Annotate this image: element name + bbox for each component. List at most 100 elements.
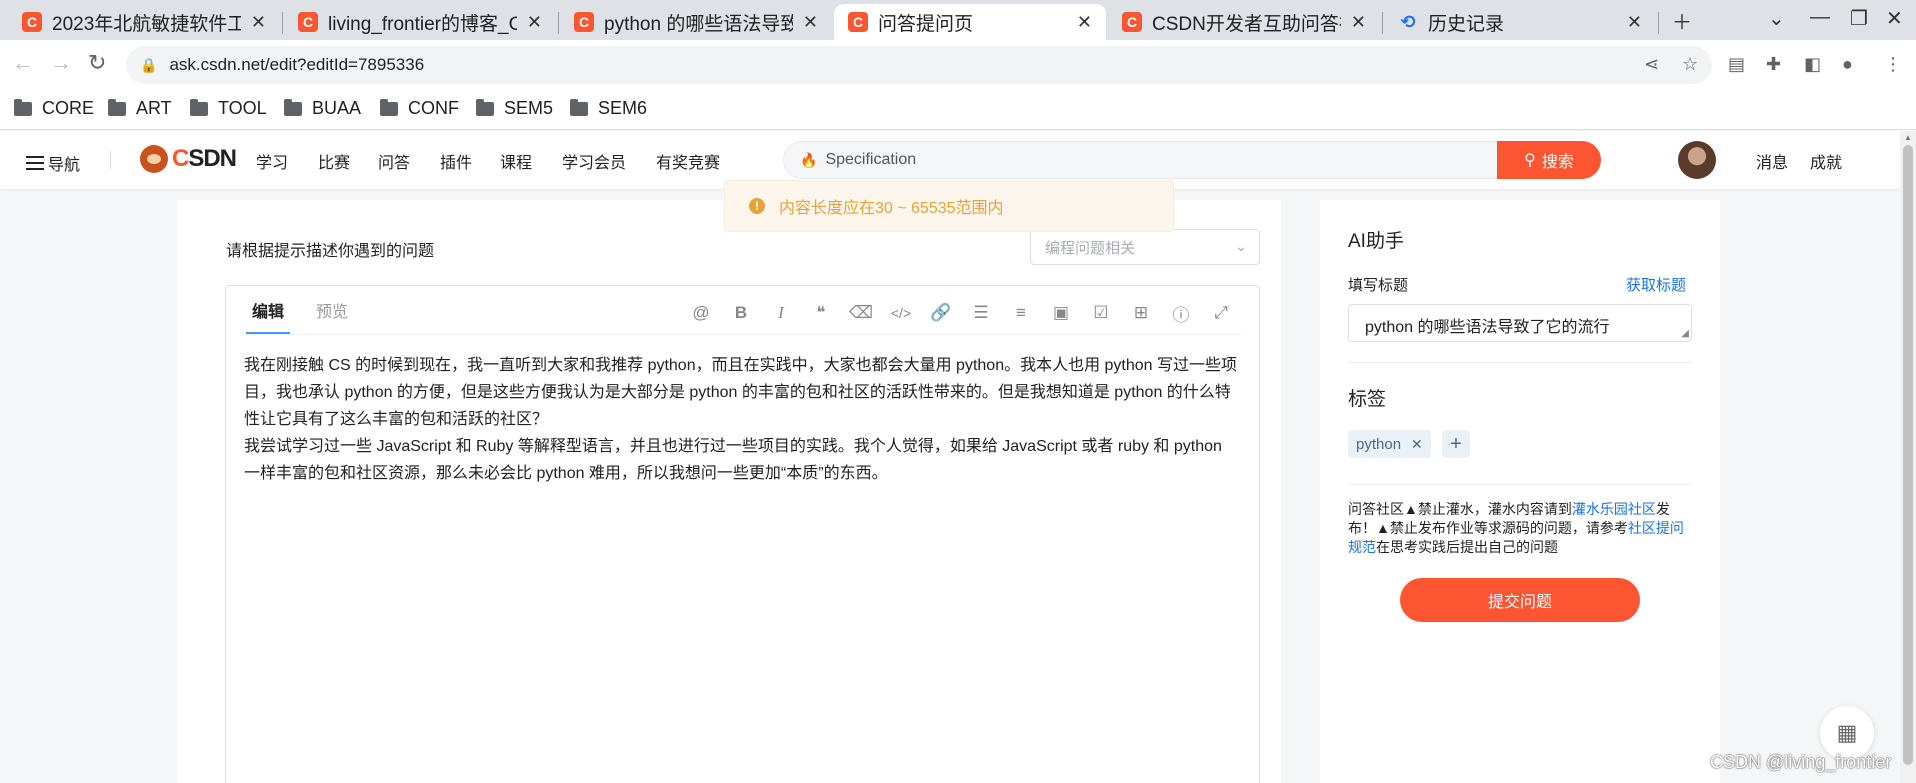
at-icon[interactable]: @	[688, 300, 714, 326]
share-icon[interactable]: ⋖	[1644, 54, 1659, 75]
url-field[interactable]: 🔒 ask.csdn.net/edit?editId=7895336	[126, 46, 1712, 84]
nav-link[interactable]: 有奖竞赛	[656, 149, 720, 173]
close-icon[interactable]: ✕	[1627, 12, 1642, 33]
csdn-favicon-icon: C	[22, 12, 42, 32]
folder-icon	[108, 98, 126, 116]
browser-tab-3[interactable]: C python 的哪些语法导致了 ✕	[560, 4, 832, 40]
csdn-favicon-icon: C	[298, 12, 318, 32]
folder-icon	[570, 98, 588, 116]
image-icon[interactable]: ▣	[1048, 300, 1074, 326]
submit-question-button[interactable]: 提交问题	[1400, 578, 1640, 622]
close-icon[interactable]: ✕	[803, 12, 818, 33]
csdn-logo[interactable]: CSDN	[140, 145, 237, 173]
close-icon[interactable]: ✕	[251, 12, 266, 33]
chevron-down-icon: ⌄	[1235, 238, 1247, 254]
water-park-link[interactable]: 灌水乐园社区	[1572, 501, 1656, 517]
browser-tab-4-active[interactable]: C 问答提问页 ✕	[834, 4, 1106, 40]
restore-icon[interactable]: ❐	[1850, 6, 1868, 31]
tab-title: 问答提问页	[878, 13, 974, 35]
browser-tab-bar: C 2023年北航敏捷软件工程 ✕ C living_frontier的博客_C…	[0, 0, 1916, 40]
tab-title: 历史记录	[1428, 13, 1505, 35]
fullscreen-icon[interactable]: ⤢	[1208, 300, 1234, 326]
close-icon[interactable]: ✕	[1077, 12, 1092, 33]
code-icon[interactable]: </>	[888, 300, 914, 326]
reload-icon[interactable]: ↻	[88, 50, 106, 76]
messages-link[interactable]: 消息	[1756, 149, 1788, 173]
nav-menu-button[interactable]: 导航	[26, 151, 80, 175]
help-icon[interactable]: ⓘ	[1168, 300, 1194, 326]
nav-link[interactable]: 比赛	[318, 149, 350, 173]
browser-tab-5[interactable]: C CSDN开发者互助问答社区 ✕	[1108, 4, 1380, 40]
bookmark-folder[interactable]: CONF	[380, 98, 459, 119]
browser-tab-2[interactable]: C living_frontier的博客_CS ✕	[284, 4, 556, 40]
search-button[interactable]: ⚲ 搜索	[1497, 141, 1601, 179]
achievements-link[interactable]: 成就	[1810, 149, 1842, 173]
tab-edit[interactable]: 编辑	[246, 300, 291, 334]
nav-link[interactable]: 插件	[440, 149, 472, 173]
question-prompt: 请根据提示描述你遇到的问题	[226, 243, 435, 260]
lock-icon: 🔒	[140, 56, 158, 73]
bold-icon[interactable]: B	[728, 300, 754, 326]
close-icon[interactable]: ✕	[1351, 12, 1366, 33]
remove-tag-icon[interactable]: ✕	[1411, 436, 1423, 453]
window-close-icon[interactable]: ✕	[1886, 6, 1903, 31]
bookmarks-bar: CORE ART TOOL BUAA CONF SEM5 SEM6	[0, 90, 1916, 130]
category-select[interactable]: 编程问题相关 ⌄	[1030, 229, 1260, 265]
search-input[interactable]	[825, 151, 1600, 169]
ai-assistant-title: AI助手	[1348, 231, 1404, 252]
bookmark-folder[interactable]: ART	[108, 98, 172, 119]
chevron-down-icon[interactable]: ⌄	[1768, 6, 1785, 31]
folder-icon	[380, 98, 398, 116]
side-panel-icon[interactable]: ◧	[1804, 54, 1821, 75]
clear-format-icon[interactable]: ⌫	[848, 300, 874, 326]
bookmark-folder[interactable]: TOOL	[190, 98, 267, 119]
browser-tab-1[interactable]: C 2023年北航敏捷软件工程 ✕	[8, 4, 280, 40]
close-icon[interactable]: ✕	[527, 12, 542, 33]
back-icon[interactable]: ←	[12, 50, 34, 76]
unordered-list-icon[interactable]: ☰	[968, 300, 994, 326]
bookmark-folder[interactable]: BUAA	[284, 98, 361, 119]
quote-icon[interactable]: ❝	[808, 300, 834, 326]
new-tab-icon[interactable]: ＋	[1672, 6, 1692, 35]
editor-content[interactable]: 我在刚接触 CS 的时候到现在，我一直听到大家和我推荐 python，而且在实践…	[244, 352, 1242, 487]
nav-link[interactable]: 学习	[256, 149, 288, 173]
posting-notice: 问答社区▲禁止灌水，灌水内容请到灌水乐园社区发布！▲禁止发布作业等求源码的问题，…	[1348, 501, 1684, 555]
checkbox-list-icon[interactable]: ☑	[1088, 300, 1114, 326]
tab-search-icon[interactable]: ▤	[1728, 54, 1745, 75]
page-scrollbar[interactable]: ▲	[1900, 131, 1916, 783]
bookmark-folder[interactable]: CORE	[14, 98, 94, 119]
search-icon: ⚲	[1524, 152, 1536, 169]
menu-icon[interactable]: ⋮	[1884, 54, 1902, 75]
tab-preview[interactable]: 预览	[310, 300, 354, 334]
add-tag-button[interactable]: +	[1442, 430, 1470, 458]
nav-link[interactable]: 问答	[378, 149, 410, 173]
fill-title-label: 填写标题	[1348, 277, 1409, 294]
bookmark-folder[interactable]: SEM5	[476, 98, 553, 119]
table-icon[interactable]: ⊞	[1128, 300, 1154, 326]
nav-link[interactable]: 课程	[500, 149, 532, 173]
italic-icon[interactable]: I	[768, 300, 794, 326]
forward-icon[interactable]: →	[50, 50, 72, 76]
star-icon[interactable]: ☆	[1682, 54, 1698, 75]
profile-icon[interactable]: ●	[1842, 54, 1853, 75]
nav-link[interactable]: 学习会员	[562, 149, 626, 173]
warning-toast: ! 内容长度应在30 ~ 65535范围内	[724, 180, 1174, 232]
scroll-up-icon[interactable]: ▲	[1904, 133, 1912, 142]
hamburger-icon	[26, 156, 44, 170]
ordered-list-icon[interactable]: ≡	[1008, 300, 1034, 326]
get-title-link[interactable]: 获取标题	[1626, 274, 1686, 295]
browser-tab-6[interactable]: ⟲ 历史记录 ✕	[1384, 4, 1656, 40]
watermark: CSDN @living_frontier	[1710, 752, 1892, 772]
scrollbar-thumb[interactable]	[1903, 145, 1913, 765]
folder-icon	[476, 98, 494, 116]
resize-handle-icon[interactable]: ◢	[1681, 328, 1689, 339]
extensions-icon[interactable]: ✚	[1766, 54, 1781, 75]
minimize-icon[interactable]: —	[1810, 6, 1830, 29]
tab-title: 2023年北航敏捷软件工程	[52, 13, 241, 35]
folder-icon	[190, 98, 208, 116]
title-field[interactable]: python 的哪些语法导致了它的流行 ◢	[1348, 304, 1692, 342]
avatar[interactable]	[1678, 141, 1716, 179]
bookmark-folder[interactable]: SEM6	[570, 98, 647, 119]
link-icon[interactable]: 🔗	[928, 300, 954, 326]
url-text: ask.csdn.net/edit?editId=7895336	[169, 55, 425, 74]
